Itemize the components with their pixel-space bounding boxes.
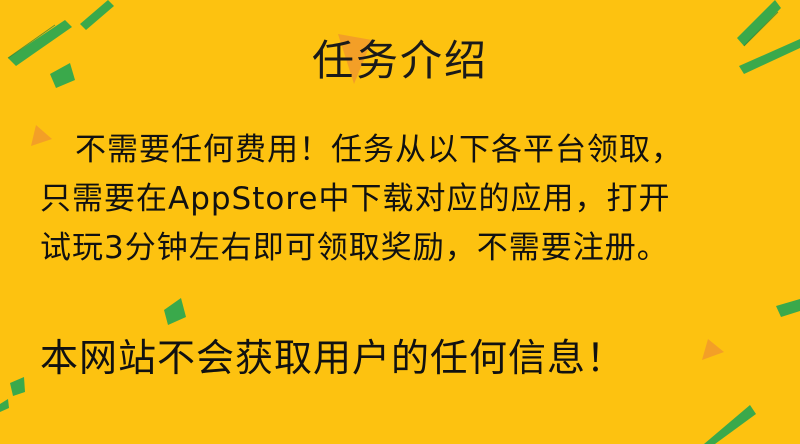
decorative-stripe-10	[0, 399, 9, 412]
decorative-stripe-6	[164, 298, 186, 325]
decorative-stripe-7	[10, 377, 25, 396]
promo-canvas: 任务介绍 不需要任何费用！任务从以下各平台领取， 只需要在AppStore中下载…	[0, 0, 800, 444]
page-title: 任务介绍	[311, 36, 488, 85]
decorative-stripe-2	[80, 0, 114, 30]
task-description-line-3: 试玩3分钟左右即可领取奖励，不需要注册。	[40, 230, 669, 266]
decorative-stripe-8	[704, 405, 756, 444]
task-description: 不需要任何费用！任务从以下各平台领取， 只需要在AppStore中下载对应的应用…	[40, 126, 770, 273]
privacy-notice: 本网站不会获取用户的任何信息！	[40, 336, 626, 380]
decorative-stripe-9	[776, 299, 800, 317]
task-description-line-2: 只需要在AppStore中下载对应的应用，打开	[40, 181, 671, 217]
task-description-line-1: 不需要任何费用！任务从以下各平台领取，	[75, 132, 683, 168]
